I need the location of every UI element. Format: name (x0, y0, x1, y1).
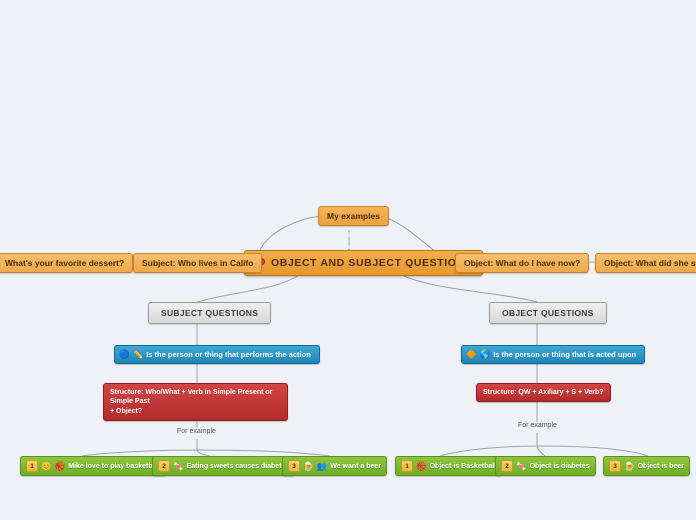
globe-icon: 🌎 (479, 349, 491, 360)
beer-icon: 🍺 (303, 460, 314, 471)
node-object-structure-line1: Structure: QW + Axiliary + S + Verb? (483, 389, 604, 396)
node-subject-structure[interactable]: Structure: Who/What + Verb in Simple Pre… (103, 383, 288, 422)
mindmap-canvas: My examples ↑ | ↓ OBJECT AND SUBJECT QUE… (0, 0, 696, 520)
node-object-example-2[interactable]: 2 🍬 Object is diabetes (495, 456, 596, 476)
node-object-definition[interactable]: 🔶 🌎 Is the person or thing that is acted… (461, 345, 646, 364)
node-subject-example-3[interactable]: 3 🍺 👥 We want a beer (282, 456, 388, 476)
node-example-object-have-now[interactable]: Object: What do I have now? (455, 253, 590, 273)
badge-number: 1 (401, 460, 413, 472)
badge-number: 1 (26, 460, 38, 472)
node-subject-example-2-label: Eating sweets causes diabetes (186, 462, 290, 470)
node-object-definition-label: Is the person or thing that is acted upo… (493, 350, 637, 359)
node-object-example-3[interactable]: 3 🍺 Object is beer (603, 456, 690, 476)
node-object-example-2-label: Object is diabetes (529, 462, 590, 470)
node-subject-definition[interactable]: 🔵 ✏️ Is the person or thing that perform… (114, 345, 320, 364)
node-subject-questions[interactable]: SUBJECT QUESTIONS (148, 302, 272, 324)
badge-number: 2 (501, 460, 513, 472)
candy-icon: 🍬 (516, 460, 527, 471)
node-object-example-1-label: Object is Basketball (429, 462, 497, 470)
gem-icon: 🔶 (466, 349, 477, 360)
basketball-icon: 🏀 (54, 460, 66, 471)
node-example-dessert-label: What's your favorite dessert? (5, 258, 125, 268)
node-subject-definition-label: Is the person or thing that performs the… (146, 350, 311, 359)
node-object-questions-label: OBJECT QUESTIONS (502, 308, 594, 318)
node-example-dessert[interactable]: What's your favorite dessert? (0, 253, 134, 273)
node-subject-example-2[interactable]: 2 🍬 Eating sweets causes diabetes (152, 456, 296, 476)
node-example-object-did-she-say-label: Object: What did she sa (604, 258, 696, 268)
pencil-icon: ✏️ (132, 349, 144, 360)
badge-number: 3 (288, 460, 300, 472)
badge-number: 2 (158, 460, 170, 472)
node-subject-example-3-label: We want a beer (330, 462, 382, 470)
node-subject-structure-line2: + Object? (110, 407, 143, 415)
label-for-example-left: For example (177, 428, 216, 435)
node-object-structure[interactable]: Structure: QW + Axiliary + S + Verb? (476, 383, 611, 403)
node-example-subject-california[interactable]: Subject: Who lives in Califo (133, 253, 263, 273)
node-example-subject-california-label: Subject: Who lives in Califo (142, 258, 254, 268)
node-object-example-1[interactable]: 1 🏀 Object is Basketball (395, 456, 503, 476)
blue-circle-icon: 🔵 (119, 349, 130, 360)
node-subject-questions-label: SUBJECT QUESTIONS (161, 308, 259, 318)
node-subject-structure-line1: Structure: Who/What + Verb in Simple Pre… (110, 389, 273, 406)
central-node[interactable]: OBJECT AND SUBJECT QUESTIONS (244, 250, 484, 276)
badge-number: 3 (609, 460, 621, 472)
node-object-example-3-label: Object is beer (637, 462, 684, 470)
candy-icon: 🍬 (173, 460, 184, 471)
node-example-object-did-she-say[interactable]: Object: What did she sa (595, 253, 696, 273)
beer-icon: 🍺 (624, 460, 635, 471)
node-my-examples-label: My examples (327, 211, 380, 221)
node-subject-example-1[interactable]: 1 😊 🏀 Mike love to play basketball (20, 456, 167, 476)
people-icon: 👥 (316, 460, 328, 471)
central-node-label: OBJECT AND SUBJECT QUESTIONS (271, 257, 473, 269)
node-my-examples[interactable]: My examples (318, 206, 389, 226)
label-for-example-right: For example (518, 422, 557, 429)
node-subject-example-1-label: Mike love to play basketball (68, 462, 161, 470)
node-object-questions[interactable]: OBJECT QUESTIONS (489, 302, 607, 324)
node-example-object-have-now-label: Object: What do I have now? (464, 258, 581, 268)
basketball-icon: 🏀 (416, 460, 427, 471)
smiley-icon: 😊 (41, 460, 52, 471)
